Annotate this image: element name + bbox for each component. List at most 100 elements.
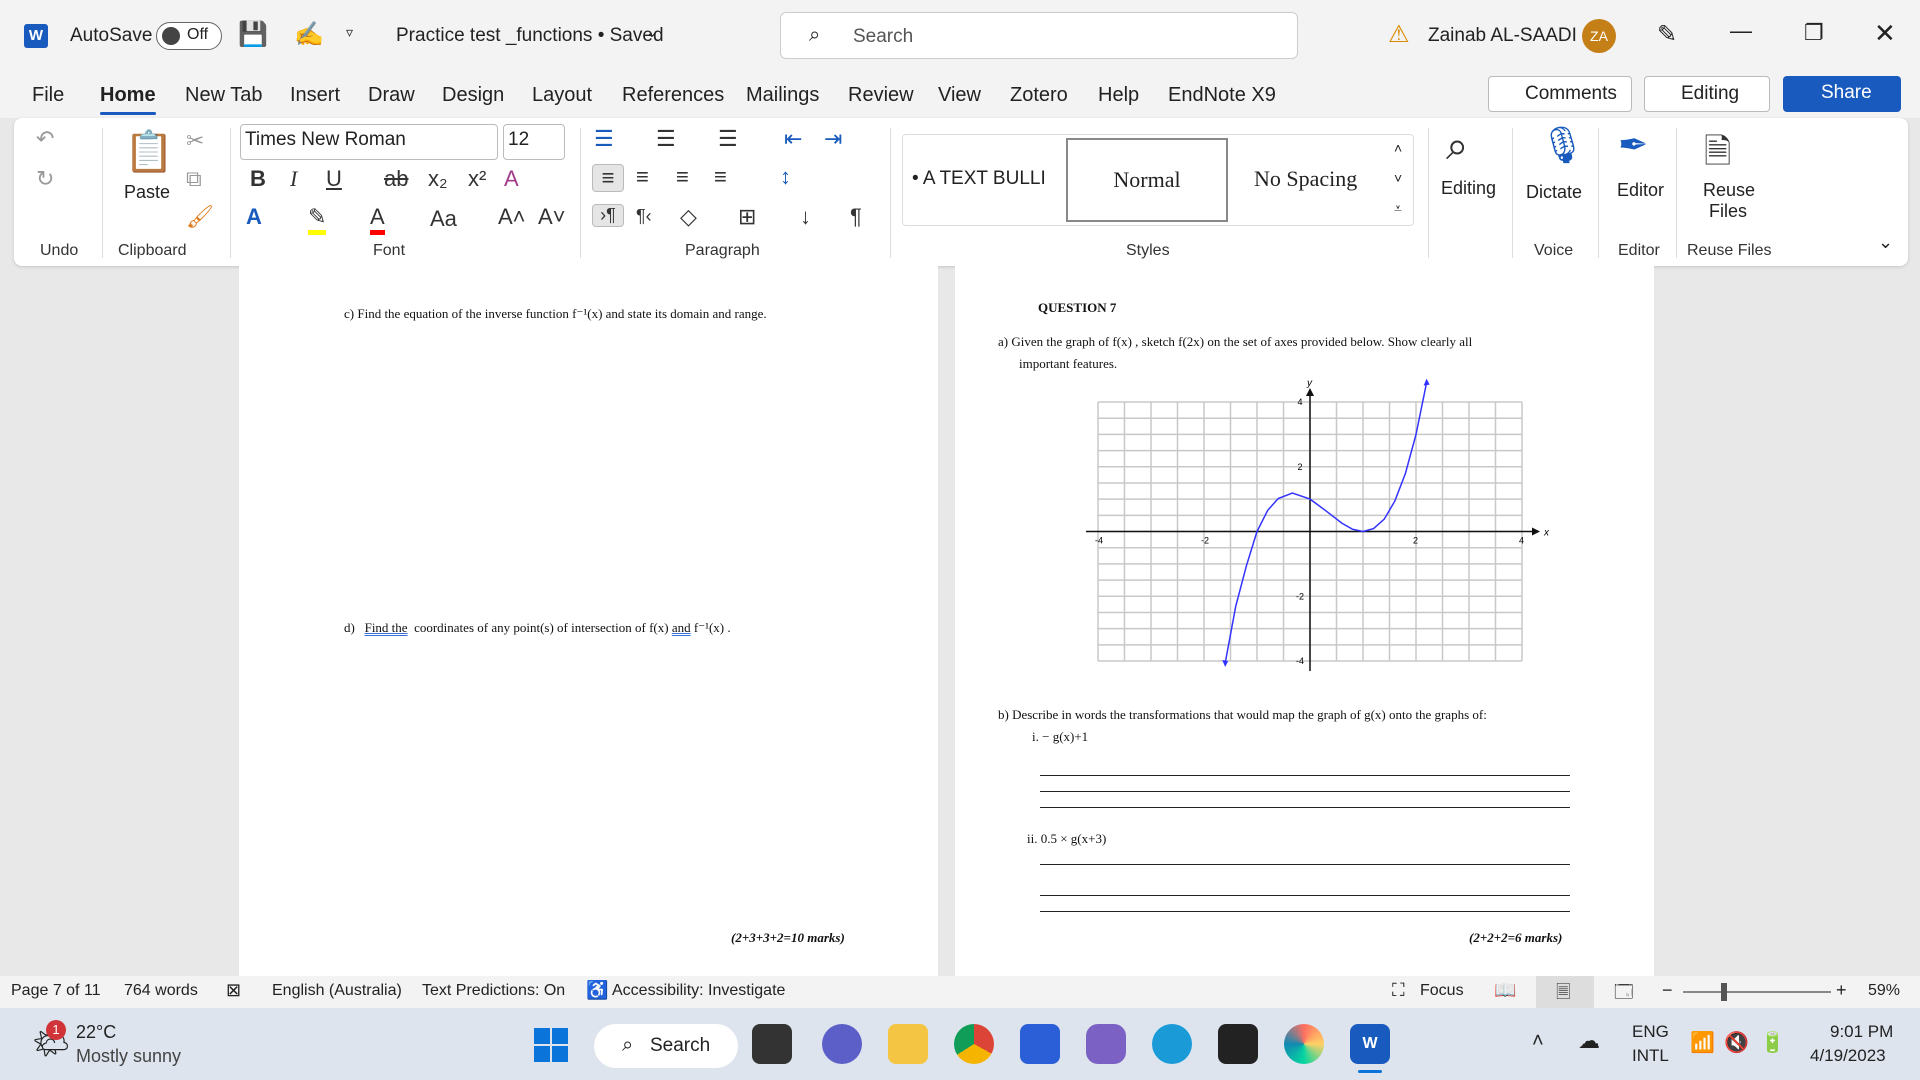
tab-layout[interactable]: Layout bbox=[532, 84, 592, 107]
autosave-toggle[interactable]: Off bbox=[156, 22, 222, 50]
microphone-icon[interactable]: 🎙 bbox=[1540, 124, 1586, 166]
align-right-icon[interactable]: ≡ bbox=[676, 164, 689, 190]
multilevel-list-icon[interactable]: ☰ bbox=[718, 126, 738, 152]
chrome-icon[interactable] bbox=[954, 1024, 994, 1064]
bullets-icon[interactable]: ☰ bbox=[594, 126, 614, 152]
avatar[interactable]: ZA bbox=[1582, 19, 1616, 53]
print-layout-button[interactable]: 🗏 bbox=[1536, 976, 1594, 1008]
clock-date[interactable]: 4/19/2023 bbox=[1810, 1046, 1886, 1066]
user-name[interactable]: Zainab AL-SAADI bbox=[1428, 25, 1577, 47]
temperature[interactable]: 22°C bbox=[76, 1022, 116, 1043]
accessibility-status[interactable]: Accessibility: Investigate bbox=[612, 982, 785, 1000]
photos-icon[interactable] bbox=[1284, 1024, 1324, 1064]
restore-icon[interactable]: ❐ bbox=[1804, 20, 1824, 46]
line-spacing-icon[interactable]: ↕ bbox=[780, 164, 791, 190]
styles-more[interactable]: ⩡ bbox=[1394, 200, 1402, 217]
zoom-out-icon[interactable]: − bbox=[1662, 980, 1673, 1001]
ltr-icon[interactable]: ›¶ bbox=[592, 204, 624, 227]
editing-mode-button[interactable]: Editing bbox=[1644, 76, 1770, 112]
answer-line[interactable] bbox=[1040, 791, 1570, 792]
teams-chat-icon[interactable] bbox=[822, 1024, 862, 1064]
underline-icon[interactable]: U bbox=[326, 166, 342, 192]
sort-icon[interactable]: ↓ bbox=[800, 204, 811, 230]
italic-icon[interactable]: I bbox=[290, 166, 297, 192]
format-painter-icon[interactable]: 🖌 bbox=[186, 204, 214, 230]
designer-icon[interactable]: ✎ bbox=[1657, 20, 1677, 49]
share-button[interactable]: Share bbox=[1783, 76, 1901, 112]
tab-endnote[interactable]: EndNote X9 bbox=[1168, 84, 1276, 107]
reuse-files-button[interactable]: Reuse Files bbox=[1703, 180, 1755, 222]
collapse-ribbon-icon[interactable]: ⌄ bbox=[1878, 232, 1893, 253]
close-icon[interactable]: ✕ bbox=[1874, 18, 1896, 49]
show-formatting-icon[interactable]: ¶ bbox=[850, 204, 862, 230]
answer-line[interactable] bbox=[1040, 911, 1570, 912]
cut-icon[interactable]: ✂ bbox=[186, 128, 204, 154]
document-title[interactable]: Practice test _functions • Saved bbox=[396, 25, 664, 47]
subscript-icon[interactable]: x₂ bbox=[428, 166, 448, 192]
file-explorer-icon[interactable] bbox=[888, 1024, 928, 1064]
edge-icon[interactable] bbox=[1152, 1024, 1192, 1064]
zoom-slider[interactable] bbox=[1683, 983, 1831, 1001]
minimize-icon[interactable]: — bbox=[1730, 18, 1752, 44]
task-view-icon[interactable] bbox=[752, 1024, 792, 1064]
numbering-icon[interactable]: ☰ bbox=[656, 126, 676, 152]
tab-insert[interactable]: Insert bbox=[290, 84, 340, 107]
style-text-bullet[interactable]: • A TEXT BULLI bbox=[912, 168, 1046, 190]
page-count[interactable]: Page 7 of 11 bbox=[11, 982, 101, 1000]
paste-icon[interactable]: 📋 bbox=[124, 128, 174, 175]
font-name-select[interactable]: Times New Roman bbox=[240, 124, 498, 160]
word-count[interactable]: 764 words bbox=[124, 982, 198, 1000]
style-normal[interactable]: Normal bbox=[1066, 138, 1228, 222]
text-predictions[interactable]: Text Predictions: On bbox=[422, 982, 565, 1000]
answer-line[interactable] bbox=[1040, 775, 1570, 776]
paste-button[interactable]: Paste bbox=[124, 182, 170, 203]
save-icon[interactable]: 💾 bbox=[238, 20, 268, 49]
undo-icon[interactable]: ↶ bbox=[36, 126, 54, 152]
editor-button[interactable]: Editor bbox=[1617, 180, 1664, 201]
tab-new-tab[interactable]: New Tab bbox=[185, 84, 262, 107]
decrease-indent-icon[interactable]: ⇤ bbox=[784, 126, 802, 152]
styles-scroll-up[interactable]: ˄ bbox=[1394, 140, 1402, 156]
zoom-in-icon[interactable]: + bbox=[1836, 980, 1847, 1001]
justify-icon[interactable]: ≡ bbox=[714, 164, 727, 190]
styles-scroll-down[interactable]: ˅ bbox=[1394, 170, 1402, 186]
strikethrough-icon[interactable]: ab bbox=[384, 166, 408, 192]
borders-icon[interactable]: ⊞ bbox=[738, 204, 756, 230]
tab-references[interactable]: References bbox=[622, 84, 724, 107]
web-layout-icon[interactable]: 🗔 bbox=[1614, 980, 1634, 1010]
align-center-icon[interactable]: ≡ bbox=[636, 164, 649, 190]
sticky-notes-icon[interactable] bbox=[1218, 1024, 1258, 1064]
redo-icon[interactable]: ↻ bbox=[36, 166, 54, 192]
font-color-icon[interactable]: A bbox=[370, 204, 385, 235]
clock-time[interactable]: 9:01 PM bbox=[1830, 1022, 1893, 1042]
grow-font-icon[interactable]: A˄ bbox=[498, 204, 526, 230]
style-no-spacing[interactable]: No Spacing bbox=[1254, 166, 1357, 192]
reuse-files-icon[interactable]: 🗎 bbox=[1704, 128, 1731, 185]
dictate-button[interactable]: Dictate bbox=[1526, 182, 1582, 203]
answer-line[interactable] bbox=[1040, 895, 1570, 896]
weather-text[interactable]: Mostly sunny bbox=[76, 1046, 181, 1067]
onedrive-icon[interactable]: ☁ bbox=[1578, 1028, 1600, 1054]
bold-icon[interactable]: B bbox=[250, 166, 266, 192]
input-language-variant[interactable]: INTL bbox=[1632, 1046, 1669, 1066]
search-box[interactable]: ⌕ Search bbox=[780, 12, 1298, 59]
tab-zotero[interactable]: Zotero bbox=[1010, 84, 1068, 107]
copilot-icon[interactable] bbox=[1086, 1024, 1126, 1064]
store-icon[interactable] bbox=[1020, 1024, 1060, 1064]
customize-qat-icon[interactable]: ▿ bbox=[346, 24, 353, 41]
volume-muted-icon[interactable]: 🔇 bbox=[1724, 1030, 1749, 1055]
editor-pen-icon[interactable]: ✍ bbox=[294, 20, 324, 49]
language[interactable]: English (Australia) bbox=[272, 982, 402, 1000]
change-case-icon[interactable]: Aa bbox=[430, 206, 457, 232]
wifi-icon[interactable]: 📶 bbox=[1690, 1030, 1715, 1055]
zoom-level[interactable]: 59% bbox=[1868, 982, 1900, 1000]
superscript-icon[interactable]: x² bbox=[468, 166, 486, 192]
tab-help[interactable]: Help bbox=[1098, 84, 1139, 107]
shading-icon[interactable]: ◇ bbox=[680, 204, 697, 230]
taskbar-search[interactable]: ⌕ Search bbox=[594, 1024, 738, 1068]
proofing-icon[interactable]: ⊠ bbox=[226, 980, 241, 1001]
highlight-icon[interactable]: ✎ bbox=[308, 204, 327, 235]
tab-home[interactable]: Home bbox=[100, 84, 156, 115]
show-hidden-icons[interactable]: ˄ bbox=[1532, 1030, 1544, 1053]
answer-line[interactable] bbox=[1040, 807, 1570, 808]
